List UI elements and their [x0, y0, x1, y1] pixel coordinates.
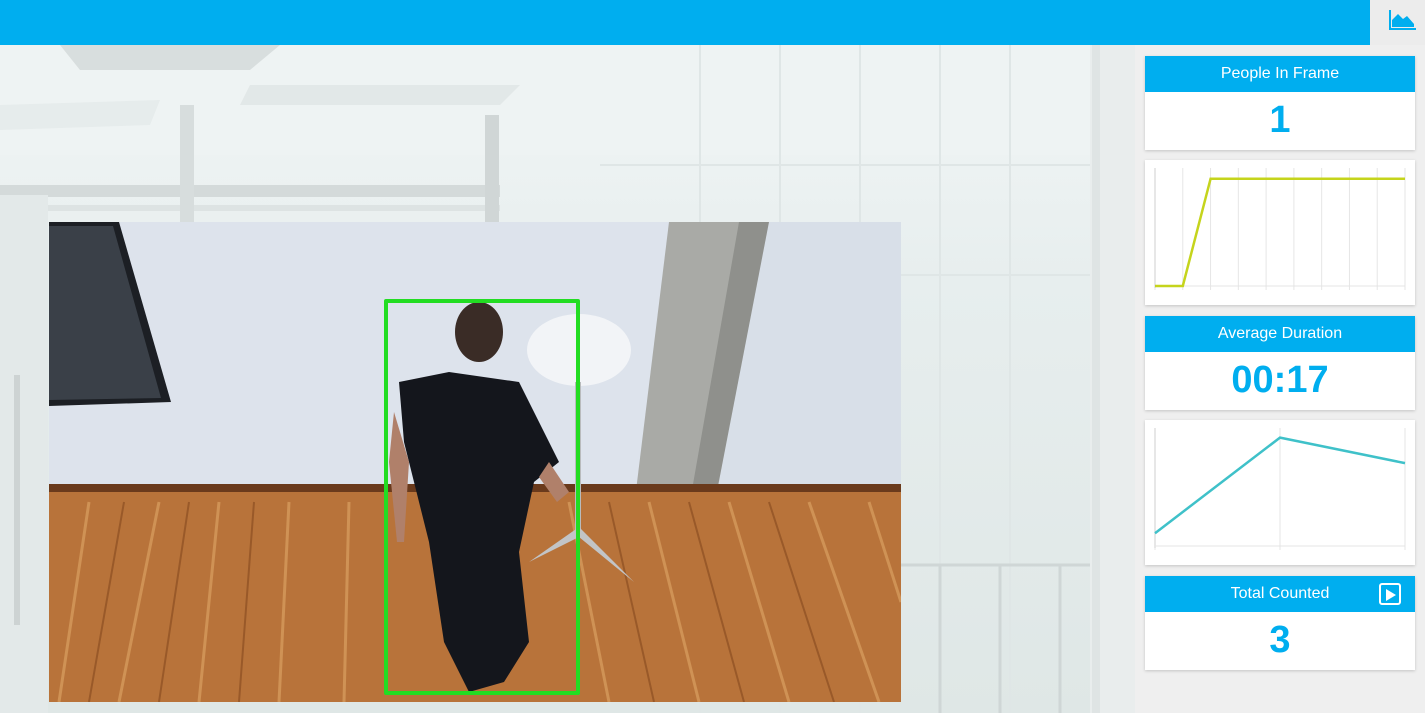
- people-chart-card: [1145, 160, 1415, 305]
- top-bar: [0, 0, 1370, 45]
- people-in-frame-label: People In Frame: [1145, 56, 1415, 92]
- chart-series-line: [1155, 177, 1405, 288]
- total-counted-value: 3: [1269, 619, 1291, 661]
- play-icon[interactable]: [1379, 583, 1401, 605]
- detection-box: [384, 299, 580, 695]
- average-duration-label: Average Duration: [1145, 316, 1415, 352]
- people-in-frame-chart: [1154, 168, 1406, 290]
- average-duration-value: 00:17: [1231, 359, 1329, 401]
- video-feed: [49, 222, 901, 702]
- average-duration-chart: [1154, 428, 1406, 550]
- total-counted-card: Total Counted 3: [1145, 576, 1415, 670]
- people-in-frame-card: People In Frame 1: [1145, 56, 1415, 150]
- area-chart-icon[interactable]: [1388, 6, 1418, 32]
- total-counted-label: Total Counted: [1230, 585, 1330, 602]
- average-duration-card: Average Duration 00:17: [1145, 316, 1415, 410]
- people-in-frame-value: 1: [1269, 99, 1291, 141]
- duration-chart-card: [1145, 420, 1415, 565]
